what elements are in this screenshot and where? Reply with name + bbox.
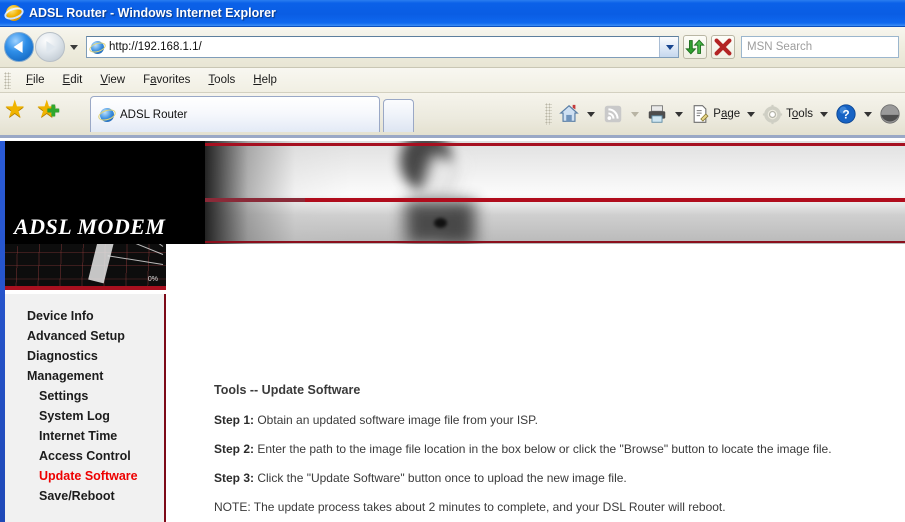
- note-text: NOTE: The update process takes about 2 m…: [214, 500, 726, 514]
- star-icon: ★: [4, 96, 26, 123]
- search-placeholder: MSN Search: [747, 41, 813, 53]
- tools-menu-label: Tools: [786, 108, 813, 120]
- browser-window: ADSL Router - Windows Internet Explorer …: [0, 0, 905, 522]
- step-3-text: Click the "Update Software" button once …: [254, 471, 627, 485]
- sidebar-item-system-log[interactable]: System Log: [5, 406, 164, 426]
- banner-rule-bottom: [200, 241, 905, 243]
- globe-icon: [880, 104, 900, 124]
- refresh-icon: [685, 39, 705, 55]
- refresh-button[interactable]: [683, 35, 707, 59]
- new-tab-button[interactable]: [383, 99, 414, 132]
- help-icon: ?: [836, 104, 856, 124]
- overflow-button[interactable]: [877, 99, 903, 129]
- print-button[interactable]: [644, 99, 670, 129]
- tab-adsl-router[interactable]: ADSL Router: [90, 96, 380, 132]
- page-menu-button[interactable]: Page: [688, 99, 742, 129]
- chevron-down-icon[interactable]: [820, 111, 828, 117]
- plus-icon: ✚: [47, 103, 60, 120]
- menu-item-edit[interactable]: Edit: [54, 71, 92, 89]
- site-banner: ADSL MODEM: [5, 141, 905, 244]
- step-3-label: Step 3:: [214, 471, 255, 485]
- step-2-text: Enter the path to the image file locatio…: [254, 442, 832, 456]
- sidebar-item-settings[interactable]: Settings: [5, 386, 164, 406]
- tools-menu-button[interactable]: Tools: [760, 99, 815, 129]
- command-bar: Page Tools ?: [545, 97, 903, 131]
- page-title: Tools -- Update Software: [214, 383, 361, 397]
- tab-bar: ★ ★ ✚ ADSL Router Page Tools ?: [0, 93, 905, 138]
- page-icon: [693, 105, 709, 123]
- tab-label: ADSL Router: [120, 108, 188, 121]
- step-1: Step 1: Obtain an updated software image…: [214, 413, 891, 427]
- sidebar-item-save-reboot[interactable]: Save/Reboot: [5, 486, 164, 506]
- address-toolbar: http://192.168.1.1/ MSN Search: [0, 27, 905, 68]
- sidebar-graphic-label: 0%: [147, 276, 158, 283]
- menu-item-help[interactable]: Help: [244, 71, 286, 89]
- address-bar[interactable]: http://192.168.1.1/: [86, 36, 679, 58]
- title-bar: ADSL Router - Windows Internet Explorer: [0, 0, 905, 27]
- chevron-down-icon: [631, 111, 640, 117]
- page-favicon-icon: [88, 40, 107, 55]
- toolbar-grip-icon[interactable]: [545, 103, 553, 125]
- menu-item-favorites[interactable]: Favorites: [134, 71, 199, 89]
- search-input[interactable]: MSN Search: [741, 36, 899, 58]
- add-to-favorites-button[interactable]: ★ ✚: [36, 97, 62, 123]
- window-title: ADSL Router - Windows Internet Explorer: [29, 6, 276, 20]
- home-icon: [559, 104, 580, 122]
- menu-item-view[interactable]: View: [91, 71, 134, 89]
- sidebar-item-management[interactable]: Management: [5, 366, 164, 386]
- page-menu-label: Page: [713, 108, 741, 120]
- banner-photo: [200, 141, 905, 244]
- sidebar-item-device-info[interactable]: Device Info: [5, 306, 164, 326]
- stop-button[interactable]: [711, 35, 735, 59]
- sidebar-item-internet-time[interactable]: Internet Time: [5, 426, 164, 446]
- printer-icon: [649, 105, 666, 123]
- chevron-down-icon[interactable]: [675, 111, 684, 117]
- sidebar-item-diagnostics[interactable]: Diagnostics: [5, 346, 164, 366]
- banner-rule-middle: [200, 198, 905, 202]
- step-2: Step 2: Enter the path to the image file…: [214, 442, 891, 456]
- home-button[interactable]: [556, 99, 582, 129]
- page-favicon-icon: [96, 106, 118, 123]
- brand-logo: ADSL MODEM: [5, 141, 205, 244]
- menu-item-file[interactable]: File: [17, 71, 54, 89]
- address-dropdown-icon[interactable]: [659, 37, 678, 57]
- forward-button[interactable]: [35, 32, 65, 62]
- sidebar-menu: Device Info Advanced Setup Diagnostics M…: [5, 294, 166, 522]
- svg-text:?: ?: [842, 108, 849, 122]
- history-dropdown-icon[interactable]: [68, 32, 80, 62]
- help-button[interactable]: ?: [833, 99, 859, 129]
- step-3: Step 3: Click the "Update Software" butt…: [214, 471, 891, 485]
- gear-icon: [763, 104, 783, 124]
- chevron-down-icon[interactable]: [587, 111, 596, 117]
- page-content: ADSL MODEM 0% Device Info Advanced Setup…: [0, 141, 905, 522]
- favorites-center-button[interactable]: ★: [4, 97, 30, 123]
- stop-x-icon: [714, 38, 732, 56]
- step-2-label: Step 2:: [214, 442, 255, 456]
- brand-logo-text: ADSL MODEM: [14, 214, 166, 239]
- menu-item-tools[interactable]: Tools: [199, 71, 244, 89]
- banner-rule-top: [200, 143, 905, 146]
- ie-logo-icon: [2, 4, 26, 22]
- address-input[interactable]: http://192.168.1.1/: [109, 41, 202, 53]
- chevron-down-icon[interactable]: [747, 111, 756, 117]
- rss-icon: [605, 105, 622, 123]
- toolbar-grip-icon[interactable]: [4, 71, 11, 89]
- chevron-down-icon[interactable]: [864, 111, 872, 117]
- step-1-label: Step 1:: [214, 413, 255, 427]
- feeds-button[interactable]: [600, 99, 626, 129]
- step-1-text: Obtain an updated software image file fr…: [254, 413, 538, 427]
- sidebar-item-update-software[interactable]: Update Software: [5, 466, 164, 486]
- sidebar-item-access-control[interactable]: Access Control: [5, 446, 164, 466]
- menu-bar: File Edit View Favorites Tools Help: [0, 68, 905, 93]
- back-button[interactable]: [4, 32, 34, 62]
- sidebar-item-advanced-setup[interactable]: Advanced Setup: [5, 326, 164, 346]
- main-content-panel: Tools -- Update Software Step 1: Obtain …: [166, 371, 905, 522]
- sidebar-graphic: 0%: [5, 244, 166, 290]
